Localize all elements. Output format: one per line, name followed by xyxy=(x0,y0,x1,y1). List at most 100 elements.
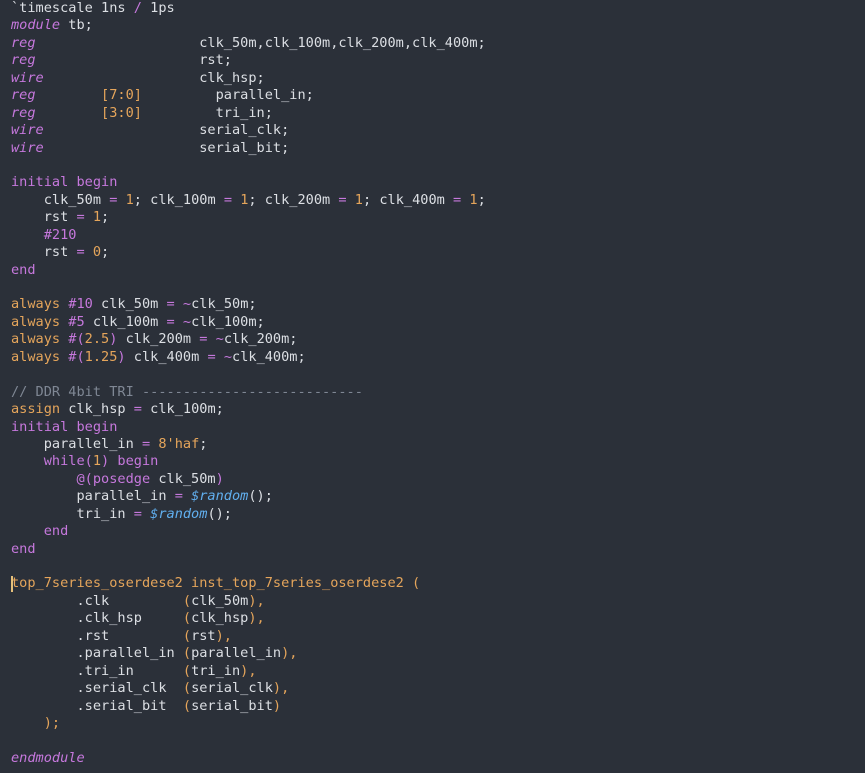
code-token: initial begin xyxy=(11,174,118,191)
code-line[interactable]: // DDR 4bit TRI ------------------------… xyxy=(0,384,865,401)
code-token: assign xyxy=(11,401,61,418)
code-token: clk_100m; xyxy=(191,313,265,330)
code-line[interactable]: ​ xyxy=(0,157,865,174)
code-token: always xyxy=(11,348,61,365)
code-token: .clk_hsp xyxy=(11,610,183,627)
code-line[interactable]: `timescale 1ns / 1ps xyxy=(0,0,865,17)
code-token: initial begin xyxy=(11,418,118,435)
code-token: ~ xyxy=(215,331,224,348)
code-token: reg xyxy=(11,34,36,51)
code-token: ), xyxy=(215,627,232,644)
code-line[interactable]: ​ xyxy=(0,558,865,575)
code-line[interactable]: initial begin xyxy=(0,419,865,436)
code-token: = xyxy=(76,209,85,226)
code-token: ~ xyxy=(182,313,192,330)
code-token: ( xyxy=(182,645,192,662)
code-line[interactable]: always #5 clk_100m = ~clk_100m; xyxy=(0,314,865,331)
text-cursor xyxy=(11,576,13,593)
code-line[interactable]: rst = 1; xyxy=(0,209,865,226)
code-editor[interactable]: `timescale 1ns / 1ps module tb; reg clk_50… xyxy=(0,0,865,773)
code-line[interactable]: #210 xyxy=(0,227,865,244)
code-token: end xyxy=(11,523,69,540)
code-line[interactable]: wire clk_hsp; xyxy=(0,70,865,87)
code-token: .clk xyxy=(11,592,183,609)
code-line[interactable]: tri_in = $random(); xyxy=(0,506,865,523)
code-token: .serial_clk xyxy=(11,680,183,697)
code-line[interactable]: .rst (rst), xyxy=(0,628,865,645)
code-token: clk_50m xyxy=(150,470,216,487)
code-token: parallel_in; xyxy=(141,87,314,104)
code-line[interactable]: rst = 0; xyxy=(0,244,865,261)
code-token: ) begin xyxy=(101,453,159,470)
code-token: ; clk_400m xyxy=(362,191,453,208)
code-token: 0 xyxy=(92,244,102,261)
code-token: clk_200m; xyxy=(223,331,298,348)
code-line[interactable]: @(posedge clk_50m) xyxy=(0,471,865,488)
code-line[interactable]: always #(1.25) clk_400m = ~clk_400m; xyxy=(0,349,865,366)
code-line[interactable]: endmodule xyxy=(0,750,865,767)
code-line[interactable]: ​ xyxy=(0,279,865,296)
code-line[interactable]: initial begin xyxy=(0,174,865,191)
code-line[interactable]: reg rst; xyxy=(0,52,865,69)
code-line[interactable]: end xyxy=(0,523,865,540)
code-token: inst_top_7series_oserdese2 xyxy=(182,575,413,592)
code-token: ; xyxy=(199,435,208,452)
code-line[interactable]: always #(2.5) clk_200m = ~clk_200m; xyxy=(0,331,865,348)
code-token: ) xyxy=(117,348,126,365)
code-token: 1 xyxy=(354,191,363,208)
code-token: ), xyxy=(281,645,298,662)
code-token: ; xyxy=(101,209,110,226)
code-token: = xyxy=(141,435,151,452)
code-line[interactable]: module tb; xyxy=(0,17,865,34)
code-token: #( xyxy=(68,348,85,365)
code-line[interactable]: end xyxy=(0,541,865,558)
code-token: endmodule xyxy=(11,749,85,766)
code-line[interactable]: parallel_in = $random(); xyxy=(0,488,865,505)
code-line[interactable]: wire serial_clk; xyxy=(0,122,865,139)
code-token: ~ xyxy=(182,296,192,313)
code-line[interactable]: clk_50m = 1; clk_100m = 1; clk_200m = 1;… xyxy=(0,192,865,209)
code-token: wire xyxy=(11,139,44,156)
code-line[interactable]: .tri_in (tri_in), xyxy=(0,663,865,680)
code-line[interactable]: .serial_clk (serial_clk), xyxy=(0,680,865,697)
code-line[interactable]: .clk (clk_50m), xyxy=(0,593,865,610)
code-line[interactable]: ); xyxy=(0,715,865,732)
code-line[interactable]: assign clk_hsp = clk_100m; xyxy=(0,401,865,418)
code-token: 1 xyxy=(92,453,102,470)
code-token: reg xyxy=(11,87,36,104)
code-line[interactable]: end xyxy=(0,262,865,279)
code-line[interactable]: .clk_hsp (clk_hsp), xyxy=(0,610,865,627)
code-token: ( xyxy=(412,575,421,592)
code-token: ; xyxy=(101,244,110,261)
code-line[interactable]: top_7series_oserdese2 inst_top_7series_o… xyxy=(0,575,865,593)
code-token: serial_clk xyxy=(191,680,273,697)
code-token: 8'haf xyxy=(158,435,200,452)
code-token: = xyxy=(133,505,142,522)
code-token: ( xyxy=(182,592,192,609)
code-line[interactable]: ​ xyxy=(0,732,865,749)
code-token: clk_50m,clk_100m,clk_200m,clk_400m; xyxy=(35,34,486,51)
code-line[interactable]: always #10 clk_50m = ~clk_50m; xyxy=(0,296,865,313)
code-line[interactable]: wire serial_bit; xyxy=(0,140,865,157)
code-token: ) xyxy=(215,470,224,487)
code-token: always xyxy=(11,331,61,348)
code-token: 1 xyxy=(92,209,102,226)
code-token: ; clk_200m xyxy=(248,191,339,208)
code-line[interactable]: while(1) begin xyxy=(0,453,865,470)
code-token: ; xyxy=(477,191,486,208)
code-line[interactable]: reg [3:0] tri_in; xyxy=(0,105,865,122)
code-line[interactable]: reg clk_50m,clk_100m,clk_200m,clk_400m; xyxy=(0,35,865,52)
code-line[interactable]: .parallel_in (parallel_in), xyxy=(0,645,865,662)
code-token: reg xyxy=(11,52,36,69)
code-line[interactable]: parallel_in = 8'haf; xyxy=(0,436,865,453)
code-token: ; clk_100m xyxy=(133,191,224,208)
code-line[interactable]: reg [7:0] parallel_in; xyxy=(0,87,865,104)
code-token: ( xyxy=(182,662,192,679)
code-line[interactable]: ​ xyxy=(0,366,865,383)
code-line[interactable]: .serial_bit (serial_bit) xyxy=(0,698,865,715)
code-token: always xyxy=(11,313,61,330)
